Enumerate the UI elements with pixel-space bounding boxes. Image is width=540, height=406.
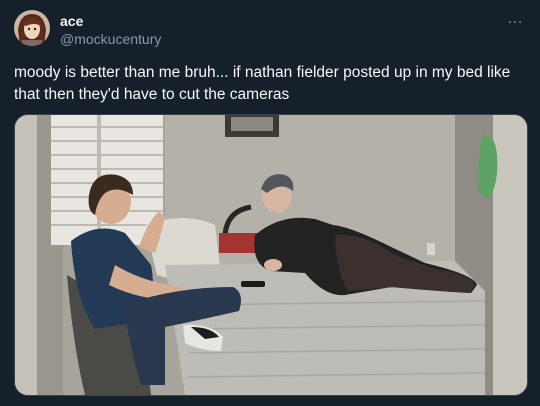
photo-icon: [15, 115, 527, 395]
author-display-name[interactable]: ace: [60, 12, 161, 30]
tweet-header: ace @mockucentury …: [14, 10, 526, 50]
more-options-icon[interactable]: …: [507, 10, 524, 28]
tweet-media[interactable]: [14, 114, 528, 396]
avatar-image: [14, 10, 50, 46]
tweet-text: moody is better than me bruh... if natha…: [14, 64, 511, 103]
author-handle[interactable]: @mockucentury: [60, 30, 161, 48]
avatar[interactable]: [14, 10, 50, 46]
author-names: ace @mockucentury: [60, 12, 161, 48]
